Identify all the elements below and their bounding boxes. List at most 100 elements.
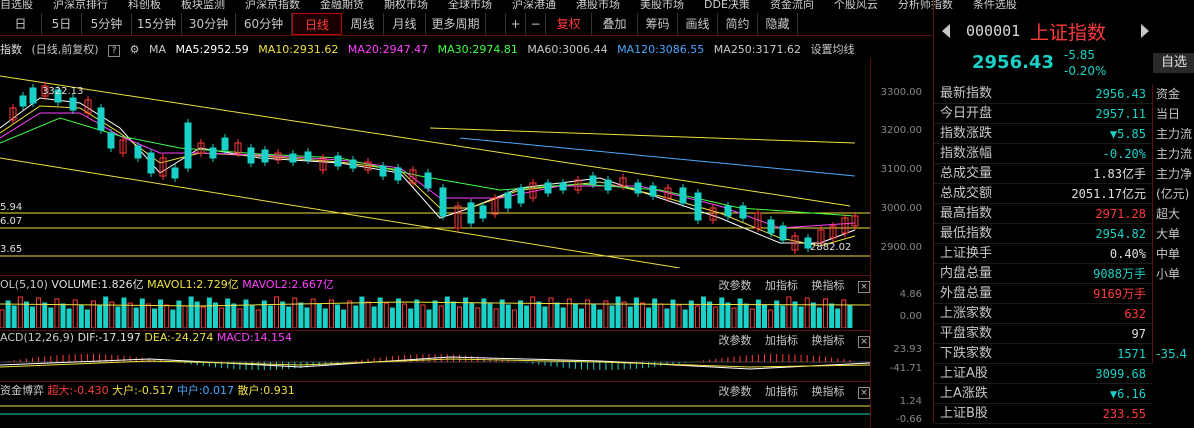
toolbar-item[interactable]: 30分钟: [182, 13, 236, 35]
toolbar-item[interactable]: 叠加: [592, 13, 638, 35]
candle-body: [439, 187, 447, 217]
toolbar-item[interactable]: 隐藏: [758, 13, 798, 35]
volume-bar: [255, 309, 261, 328]
ma-legend: 指数 (日线,前复权) ? ⚙ MA MA5:2952.59 MA10:2931…: [0, 41, 861, 57]
toolbar-item[interactable]: 复权: [546, 13, 592, 35]
stat-row: 今日开盘 2957.11: [934, 104, 1152, 124]
volume-bar: [633, 297, 639, 328]
toolbar-item[interactable]: 简约: [718, 13, 758, 35]
topnav-item[interactable]: 沪深京排行: [53, 0, 108, 9]
volume-bar: [347, 300, 353, 328]
toolbar-item[interactable]: +: [506, 13, 526, 35]
dahu-value: 大户:-0.517: [112, 384, 174, 397]
topnav-item[interactable]: 个股风云: [834, 0, 878, 9]
help-icon[interactable]: ?: [108, 45, 121, 57]
topnav-item[interactable]: 科创板: [128, 0, 161, 9]
kline-chart[interactable]: 3322.13 2882.02 5.94 6.07 3.65: [0, 58, 870, 268]
ma5-value: MA5:2952.59: [175, 43, 249, 56]
volume-bar: [627, 306, 633, 328]
change-params-button[interactable]: 改参数: [719, 334, 752, 347]
candle-body: [779, 225, 787, 241]
volume-bar: [737, 298, 743, 328]
volume-bar: [579, 308, 584, 328]
toolbar-item[interactable]: [486, 13, 506, 35]
add-watchlist-button[interactable]: 自选: [1153, 53, 1194, 73]
side-item[interactable]: 资金: [1153, 84, 1194, 104]
topnav-item[interactable]: DDE决策: [704, 0, 750, 9]
toolbar-item[interactable]: 画线: [678, 13, 718, 35]
volume-bar: [804, 297, 810, 328]
toolbar-item[interactable]: 日: [0, 13, 42, 35]
switch-indicator-button[interactable]: 换指标: [812, 334, 845, 347]
volume-bar: [847, 304, 853, 328]
stat-value: 9088万手: [1093, 267, 1146, 281]
add-indicator-button[interactable]: 加指标: [765, 334, 798, 347]
candle-body: [517, 187, 525, 204]
toolbar-item[interactable]: 5分钟: [82, 13, 132, 35]
switch-indicator-button[interactable]: 换指标: [812, 385, 845, 398]
toolbar-item[interactable]: 60分钟: [236, 13, 292, 35]
topnav-item[interactable]: 板块监测: [181, 0, 225, 9]
stat-value: 0.40%: [1109, 247, 1146, 261]
toolbar-item[interactable]: 15分钟: [132, 13, 182, 35]
volume-bar: [493, 308, 499, 328]
toolbar-item[interactable]: 周线: [342, 13, 384, 35]
topnav-item[interactable]: 金融期货: [320, 0, 364, 9]
side-item: [1153, 284, 1194, 304]
macd-chart: [0, 354, 870, 370]
ma250-value: MA250:3171.62: [713, 43, 802, 56]
volume-bar: [396, 298, 401, 328]
next-stock-icon[interactable]: [1141, 24, 1149, 38]
stat-label: 今日开盘: [940, 106, 993, 121]
toolbar-item[interactable]: 月线: [384, 13, 426, 35]
side-item[interactable]: 当日: [1153, 104, 1194, 124]
add-indicator-button[interactable]: 加指标: [765, 279, 798, 292]
side-item: -35.4: [1156, 347, 1188, 361]
toolbar-item[interactable]: 日线: [292, 13, 342, 35]
ma-settings-button[interactable]: 设置均线: [811, 43, 855, 56]
stat-label: 最新指数: [940, 86, 993, 101]
volume-bar: [103, 296, 109, 328]
volume-bar: [11, 305, 17, 328]
volume-bar: [743, 303, 749, 328]
volume-bar: [505, 304, 511, 328]
change-params-button[interactable]: 改参数: [719, 385, 752, 398]
toolbar-item[interactable]: 筹码: [638, 13, 678, 35]
stat-label: 内盘总量: [940, 266, 993, 281]
stat-row: 指数涨跌 ▼5.85: [934, 124, 1152, 144]
left-price-label: 3.65: [0, 244, 22, 255]
volume-bar: [280, 301, 286, 328]
low-annotation: 2882.02: [810, 242, 851, 253]
add-indicator-button[interactable]: 加指标: [765, 385, 798, 398]
gear-icon[interactable]: ⚙: [130, 43, 140, 56]
topnav-item[interactable]: 美股市场: [640, 0, 684, 9]
topnav-item[interactable]: 沪深港通: [512, 0, 556, 9]
change-params-button[interactable]: 改参数: [719, 279, 752, 292]
toolbar-item[interactable]: 更多周期: [426, 13, 486, 35]
chart-title: 指数: [0, 43, 22, 56]
volume-bar: [762, 304, 767, 328]
volume-bar: [206, 297, 212, 328]
topnav-item[interactable]: 全球市场: [448, 0, 492, 9]
volume-bar: [420, 304, 426, 328]
toolbar-item[interactable]: 5日: [42, 13, 82, 35]
topnav-item[interactable]: 资金流向: [770, 0, 814, 9]
toolbar-item[interactable]: −: [526, 13, 546, 35]
topnav-item[interactable]: 期权市场: [384, 0, 428, 9]
volume-bar: [42, 302, 48, 328]
side-item: 主力流: [1156, 147, 1193, 161]
topnav-item[interactable]: 自选股: [0, 0, 33, 9]
volume-bar: [237, 308, 243, 328]
stat-label: 总成交量: [940, 166, 993, 181]
topnav-item[interactable]: 港股市场: [576, 0, 620, 9]
prev-stock-icon[interactable]: [942, 24, 950, 38]
volume-bar: [432, 300, 438, 328]
volume-bar: [487, 303, 493, 328]
stat-row: 上证B股 233.55: [934, 404, 1152, 424]
switch-indicator-button[interactable]: 换指标: [812, 279, 845, 292]
price-axis: 3300.00 3200.00 3100.00 3000.00 2900.00 …: [870, 58, 932, 428]
volume-bar: [408, 308, 414, 328]
zhonghu-value: 中户:0.017: [176, 384, 235, 397]
topnav-item[interactable]: 沪深京指数: [245, 0, 300, 9]
side-item: 小单: [1156, 267, 1181, 281]
